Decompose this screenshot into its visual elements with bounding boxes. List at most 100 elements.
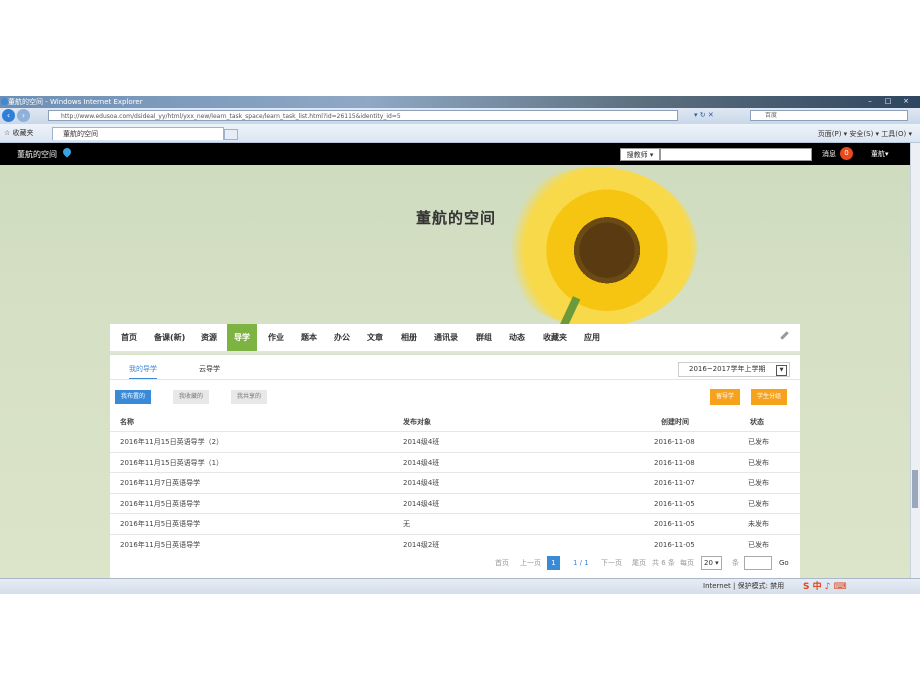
browser-tab[interactable]: 董航的空间 [52,127,224,140]
table-row[interactable]: 2016年11月5日英语导学 无 2016-11-05 未发布 [110,513,800,534]
scrollbar-thumb[interactable] [912,470,918,508]
table-row[interactable]: 2016年11月7日英语导学 2014级4班 2016-11-07 已发布 [110,472,800,493]
search-scope-select[interactable]: 搜教师 ▾ [620,148,660,161]
student-groups-button[interactable]: 学生分组 [751,389,788,405]
forward-icon[interactable]: › [17,109,30,122]
favorites-bar: ☆ 收藏夹 董航的空间 页面(P) ▾ 安全(S) ▾ 工具(O) ▾ [0,124,920,143]
ime-toolbar-icon[interactable]: S 中 ♪ ⌨ [803,580,847,594]
nav-item-9[interactable]: 通讯录 [434,324,458,351]
nav-item-5[interactable]: 题本 [301,324,317,351]
close-icon[interactable]: × [898,97,914,106]
main-nav: 首页 备课(新) 资源 导学 作业 题本 办公 文章 相册 通讯录 群组 动态 收藏夹 应用 [110,324,800,354]
go-button[interactable]: Go [779,556,789,570]
col-name: 名称 [120,418,134,426]
minimize-icon[interactable]: – [862,97,878,106]
pager-unit: 条 [732,559,739,567]
term-select[interactable]: 2016~2017学年上学期 ▼ [678,362,790,377]
tab-my-guides[interactable]: 我的导学 [129,364,157,380]
nav-item-8[interactable]: 相册 [401,324,417,351]
pager-last[interactable]: 尾页 [632,556,646,570]
row-status: 已发布 [748,540,769,549]
table-row[interactable]: 2016年11月15日英语导学（1） 2014级4班 2016-11-08 已发布 [110,451,800,473]
row-status: 已发布 [748,458,769,467]
nav-item-12[interactable]: 收藏夹 [543,324,567,351]
pager-prev[interactable]: 上一页 [520,556,541,570]
per-page-select[interactable]: 20 ▾ [701,556,722,570]
col-created: 创建时间 [661,418,689,426]
row-date: 2016-11-05 [654,540,695,549]
restore-icon[interactable]: □ [880,97,896,106]
row-name[interactable]: 2016年11月15日英语导学（2） [120,432,223,452]
row-name[interactable]: 2016年11月5日英语导学 [120,514,200,534]
nav-item-3[interactable]: 导学 [227,324,257,351]
filter-favorited-button[interactable]: 我收藏的 [173,390,210,404]
assign-guide-button[interactable]: 留导学 [710,389,741,405]
row-date: 2016-11-05 [654,520,695,528]
user-menu[interactable]: 董航▾ [871,149,889,159]
row-target: 2014级4班 [403,438,440,446]
nav-item-7[interactable]: 文章 [367,324,383,351]
pager-info: 1 / 1 [573,559,589,567]
favorites-button[interactable]: ☆ 收藏夹 [4,128,34,138]
row-status: 已发布 [748,499,769,508]
page-jump-input[interactable] [744,556,772,570]
nav-item-2[interactable]: 资源 [201,324,217,351]
row-date: 2016-11-08 [654,458,695,467]
row-status: 未发布 [748,520,769,528]
table-row[interactable]: 2016年11月5日英语导学 2014级4班 2016-11-05 已发布 [110,492,800,514]
site-search-input[interactable] [660,148,812,161]
row-name[interactable]: 2016年11月7日英语导学 [120,473,200,493]
nav-item-10[interactable]: 群组 [476,324,492,351]
row-date: 2016-11-08 [654,438,695,446]
table-header: 名称 发布对象 创建时间 状态 [110,413,800,431]
pager: 首页 上一页 1 1 / 1 下一页 尾页 共 6 条 每页 20 ▾ 条 Go [110,556,800,570]
messages-label[interactable]: 消息 [822,149,836,159]
row-date: 2016-11-07 [654,479,695,487]
filter-assigned-button[interactable]: 我布置的 [115,390,152,404]
pager-total: 共 6 条 [652,559,675,567]
tab-divider [110,379,800,380]
ie-logo-icon [1,98,8,105]
row-target: 2014级4班 [403,458,440,467]
row-name[interactable]: 2016年11月15日英语导学（1） [120,453,223,473]
row-name[interactable]: 2016年11月5日英语导学 [120,535,200,555]
filter-shared-button[interactable]: 我共享的 [231,390,268,404]
tab-cloud-guides[interactable]: 云导学 [199,364,220,374]
col-status: 状态 [750,418,764,426]
security-zone: Internet | 保护模式: 禁用 [703,582,785,590]
site-top-bar: 董航的空间 搜教师 ▾ 消息 0 董航▾ [0,143,910,165]
back-icon[interactable]: ‹ [2,109,15,122]
search-input[interactable]: 百度 [750,110,908,121]
table-row[interactable]: 2016年11月15日英语导学（2） 2014级4班 2016-11-08 已发布 [110,431,800,452]
refresh-stop-icons[interactable]: ▾ ↻ ✕ [694,110,714,121]
pager-current[interactable]: 1 [547,556,560,570]
command-bar[interactable]: 页面(P) ▾ 安全(S) ▾ 工具(O) ▾ [818,129,912,139]
nav-item-11[interactable]: 动态 [509,324,525,351]
table-row[interactable]: 2016年11月5日英语导学 2014级2班 2016-11-05 已发布 [110,533,800,555]
location-pin-icon[interactable] [61,146,73,158]
pager-first[interactable]: 首页 [495,556,509,570]
pager-per-page-label: 每页 [680,559,694,567]
nav-item-6[interactable]: 办公 [334,324,350,351]
row-date: 2016-11-05 [654,499,695,508]
nav-item-1[interactable]: 备课(新) [154,324,185,351]
content-panel: 我的导学 云导学 2016~2017学年上学期 ▼ 我布置的 我收藏的 我共享的 … [110,355,800,594]
url-field[interactable]: http://www.edusoa.com/dsideal_yy/html/yx… [48,110,678,121]
sunflower-image [497,167,697,327]
banner-title: 董航的空间 [416,209,497,227]
nav-item-13[interactable]: 应用 [584,324,600,351]
status-bar: Internet | 保护模式: 禁用 S 中 ♪ ⌨ [0,578,920,594]
pager-next[interactable]: 下一页 [601,556,622,570]
site-home-link[interactable]: 董航的空间 [17,149,57,160]
chevron-down-icon[interactable]: ▼ [776,365,787,376]
row-target: 2014级2班 [403,540,440,549]
row-target: 2014级4班 [403,499,440,508]
nav-item-0[interactable]: 首页 [121,324,137,351]
row-status: 已发布 [748,479,769,487]
messages-badge[interactable]: 0 [840,147,853,160]
new-tab-button[interactable] [224,129,238,140]
row-target: 2014级4班 [403,479,440,487]
row-name[interactable]: 2016年11月5日英语导学 [120,494,200,514]
vertical-scrollbar[interactable] [910,143,920,584]
nav-item-4[interactable]: 作业 [268,324,284,351]
